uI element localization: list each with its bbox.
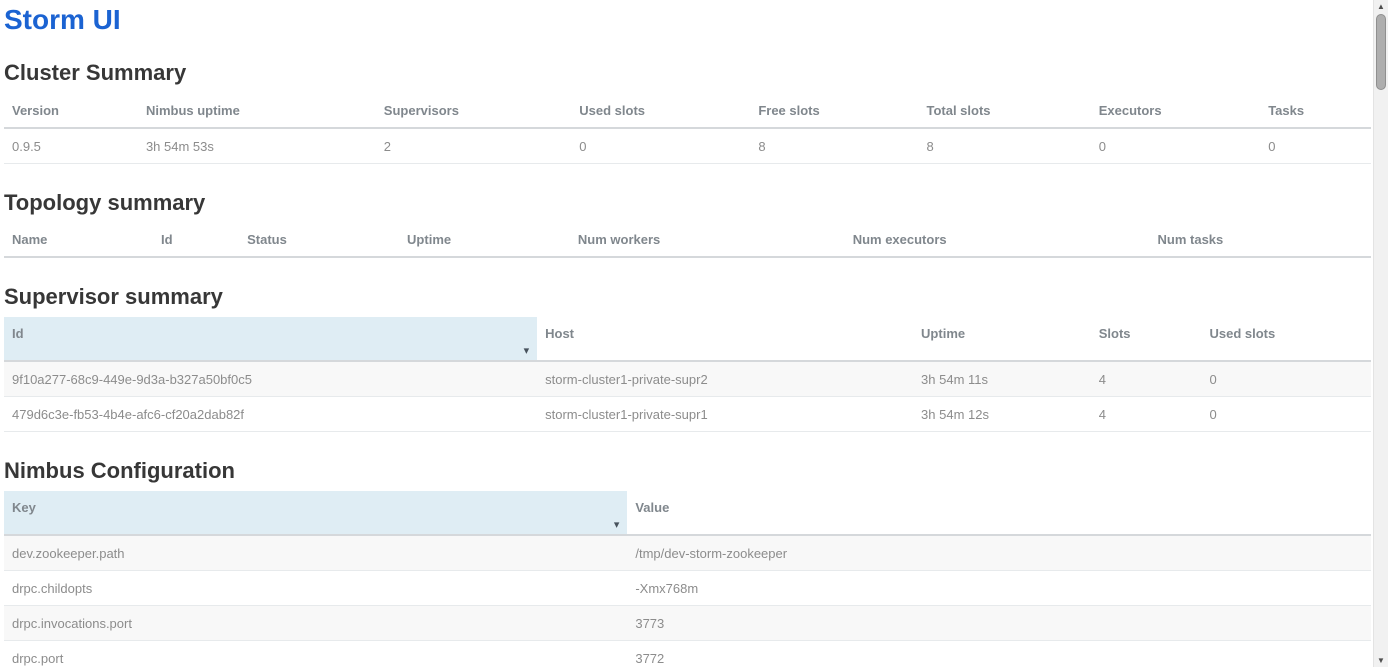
column-header-value[interactable]: Value [627, 491, 1371, 535]
scrollbar-up-button[interactable]: ▲ [1374, 0, 1388, 13]
cluster-summary-heading: Cluster Summary [4, 61, 1371, 85]
cell-config-key: dev.zookeeper.path [4, 535, 627, 571]
cell-slots: 4 [1091, 361, 1202, 397]
cell-nimbus-uptime: 3h 54m 53s [138, 128, 376, 164]
cell-host: storm-cluster1-private-supr2 [537, 361, 913, 397]
nimbus-configuration-heading: Nimbus Configuration [4, 459, 1371, 483]
column-header-executors: Executors [1091, 94, 1261, 128]
column-header-host[interactable]: Host [537, 317, 913, 361]
cell-config-value: /tmp/dev-storm-zookeeper [627, 535, 1371, 571]
cell-used-slots: 0 [1201, 361, 1371, 397]
storm-ui-title-link[interactable]: Storm UI [4, 5, 1371, 34]
cell-config-value: 3772 [627, 641, 1371, 667]
cell-config-key: drpc.port [4, 641, 627, 667]
cell-slots: 4 [1091, 396, 1202, 431]
table-row: drpc.invocations.port 3773 [4, 606, 1371, 641]
scrollbar-down-button[interactable]: ▼ [1374, 654, 1388, 667]
table-row: drpc.childopts -Xmx768m [4, 571, 1371, 606]
column-header-slots[interactable]: Slots [1091, 317, 1202, 361]
topology-summary-heading: Topology summary [4, 191, 1371, 215]
column-header-free-slots: Free slots [750, 94, 918, 128]
sort-caret-icon: ▾ [524, 346, 530, 357]
cell-used-slots: 0 [571, 128, 750, 164]
column-header-num-executors: Num executors [845, 223, 1150, 257]
cell-config-value: -Xmx768m [627, 571, 1371, 606]
column-header-num-workers: Num workers [570, 223, 845, 257]
column-header-uptime: Uptime [399, 223, 570, 257]
cluster-header-row: Version Nimbus uptime Supervisors Used s… [4, 94, 1371, 128]
column-header-supervisors: Supervisors [376, 94, 571, 128]
cell-supervisor-id: 9f10a277-68c9-449e-9d3a-b327a50bf0c5 [4, 361, 537, 397]
scroll-down-icon: ▼ [1377, 656, 1385, 665]
cell-uptime: 3h 54m 11s [913, 361, 1091, 397]
table-row: dev.zookeeper.path /tmp/dev-storm-zookee… [4, 535, 1371, 571]
column-header-supervisor-used-slots[interactable]: Used slots [1201, 317, 1371, 361]
column-header-num-tasks: Num tasks [1150, 223, 1371, 257]
column-header-supervisor-uptime[interactable]: Uptime [913, 317, 1091, 361]
cell-used-slots: 0 [1201, 396, 1371, 431]
cell-uptime: 3h 54m 12s [913, 396, 1091, 431]
column-header-used-slots: Used slots [571, 94, 750, 128]
column-header-id: Id [153, 223, 239, 257]
cell-total-slots: 8 [918, 128, 1090, 164]
column-header-label: Key [12, 500, 36, 515]
table-row: drpc.port 3772 [4, 641, 1371, 667]
nimbus-configuration-table: Key ▾ Value dev.zookeeper.path /tmp/dev-… [4, 491, 1371, 667]
cell-version: 0.9.5 [4, 128, 138, 164]
table-row: 0.9.5 3h 54m 53s 2 0 8 8 0 0 [4, 128, 1371, 164]
main-content: Storm UI Cluster Summary Version Nimbus … [4, 5, 1371, 667]
topology-header-row: Name Id Status Uptime Num workers Num ex… [4, 223, 1371, 257]
topology-summary-table: Name Id Status Uptime Num workers Num ex… [4, 223, 1371, 258]
scrollbar-thumb[interactable] [1376, 14, 1386, 90]
cell-tasks: 0 [1260, 128, 1371, 164]
cell-host: storm-cluster1-private-supr1 [537, 396, 913, 431]
supervisor-header-row: Id ▾ Host Uptime Slots Used slots [4, 317, 1371, 361]
column-header-name: Name [4, 223, 153, 257]
cell-executors: 0 [1091, 128, 1261, 164]
column-header-label: Id [12, 326, 24, 341]
cell-supervisor-id: 479d6c3e-fb53-4b4e-afc6-cf20a2dab82f [4, 396, 537, 431]
column-header-version: Version [4, 94, 138, 128]
column-header-status: Status [239, 223, 399, 257]
cell-free-slots: 8 [750, 128, 918, 164]
column-header-supervisor-id[interactable]: Id ▾ [4, 317, 537, 361]
scroll-up-icon: ▲ [1377, 2, 1385, 11]
supervisor-summary-table: Id ▾ Host Uptime Slots Used slots 9f10a2… [4, 317, 1371, 432]
config-header-row: Key ▾ Value [4, 491, 1371, 535]
cell-config-value: 3773 [627, 606, 1371, 641]
vertical-scrollbar[interactable]: ▲ ▼ [1373, 0, 1388, 667]
table-row: 9f10a277-68c9-449e-9d3a-b327a50bf0c5 sto… [4, 361, 1371, 397]
cell-supervisors: 2 [376, 128, 571, 164]
column-header-key[interactable]: Key ▾ [4, 491, 627, 535]
column-header-tasks: Tasks [1260, 94, 1371, 128]
cell-config-key: drpc.childopts [4, 571, 627, 606]
table-row: 479d6c3e-fb53-4b4e-afc6-cf20a2dab82f sto… [4, 396, 1371, 431]
cell-config-key: drpc.invocations.port [4, 606, 627, 641]
supervisor-summary-heading: Supervisor summary [4, 285, 1371, 309]
column-header-total-slots: Total slots [918, 94, 1090, 128]
column-header-nimbus-uptime: Nimbus uptime [138, 94, 376, 128]
cluster-summary-table: Version Nimbus uptime Supervisors Used s… [4, 94, 1371, 164]
sort-caret-icon: ▾ [614, 520, 620, 531]
